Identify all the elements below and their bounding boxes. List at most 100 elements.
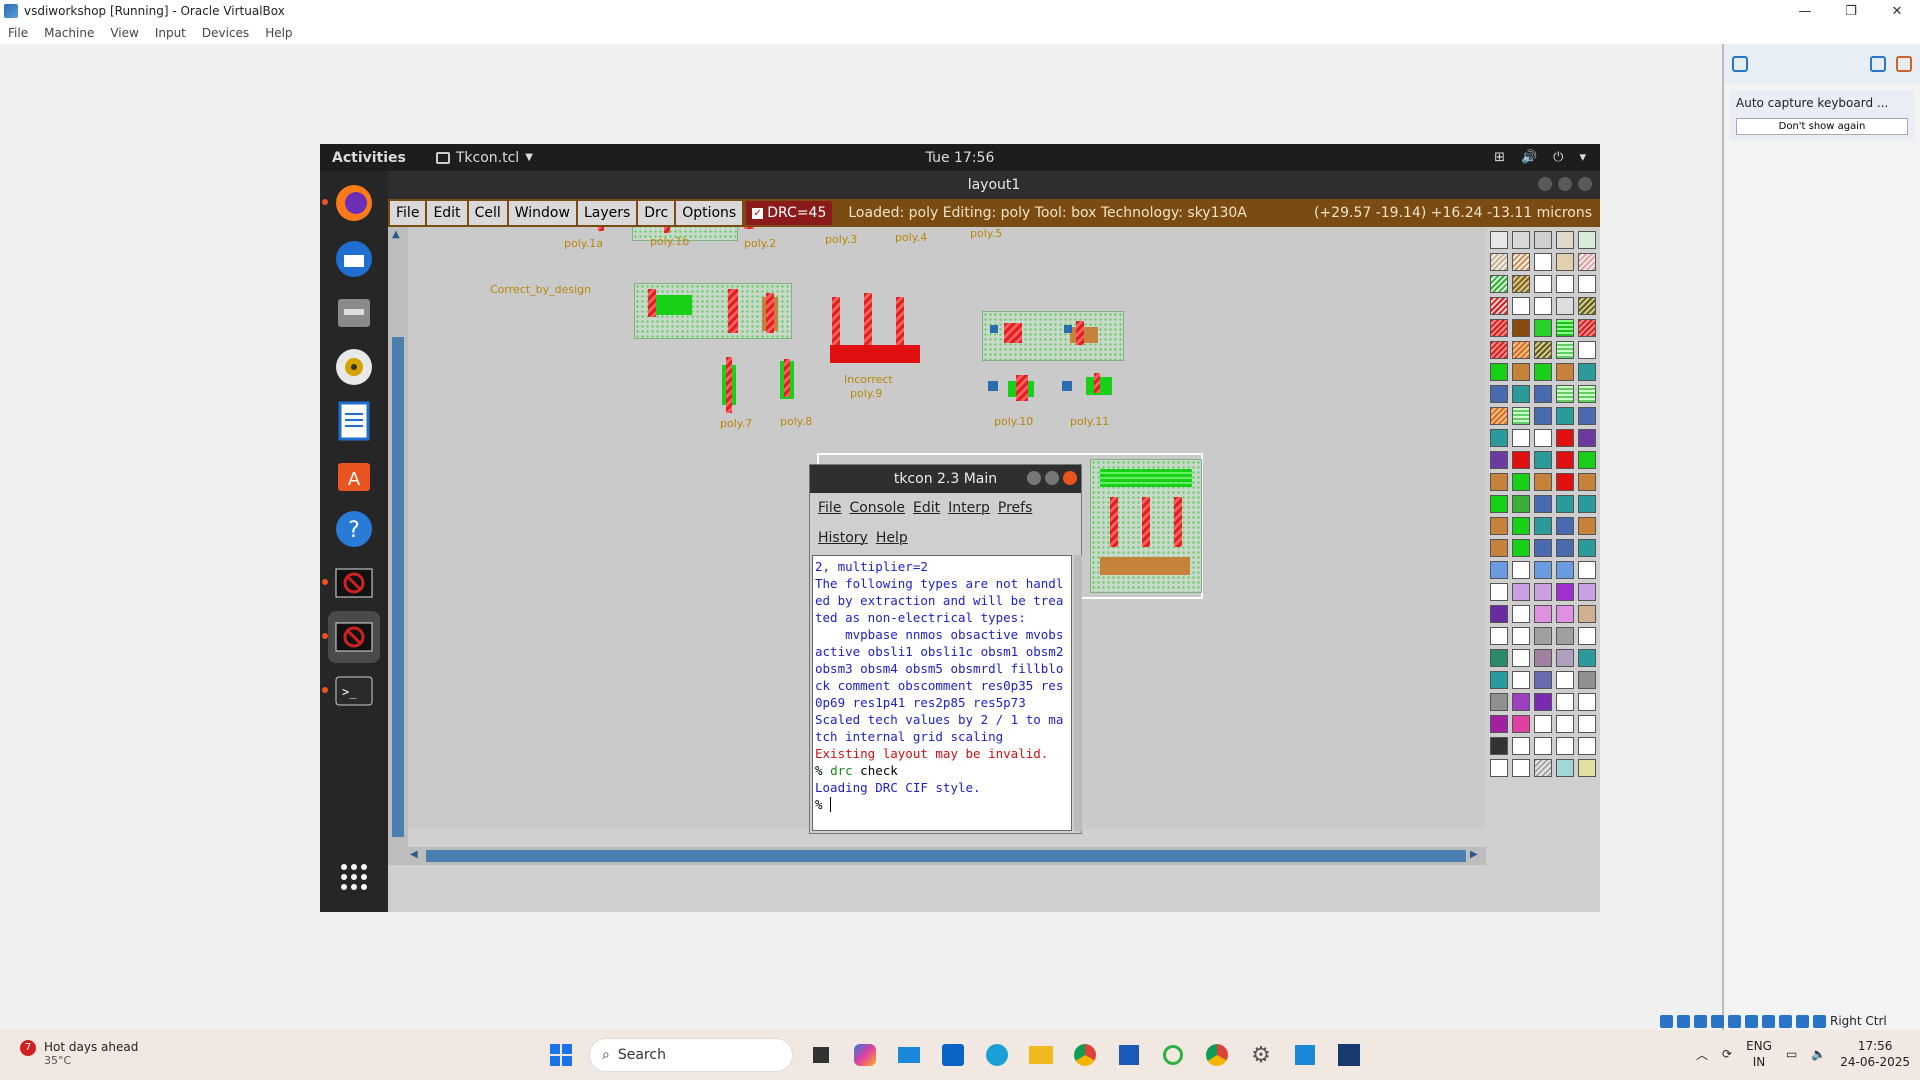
layer-swatch[interactable] <box>1534 495 1552 513</box>
sync-icon[interactable]: ⟳ <box>1722 1047 1732 1061</box>
layer-swatch[interactable] <box>1578 451 1596 469</box>
layer-swatch[interactable] <box>1578 539 1596 557</box>
layer-swatch[interactable] <box>1534 407 1552 425</box>
menu-machine[interactable]: Machine <box>44 26 94 40</box>
layer-swatch[interactable] <box>1556 297 1574 315</box>
magic-menu-window[interactable]: Window <box>508 201 576 225</box>
layer-swatch[interactable] <box>1512 253 1530 271</box>
layer-swatch[interactable] <box>1512 363 1530 381</box>
power-icon[interactable]: ⏻ <box>1553 150 1563 165</box>
close-icon[interactable] <box>1578 177 1592 191</box>
scroll-up-icon[interactable]: ▲ <box>392 229 400 240</box>
layer-swatch[interactable] <box>1534 341 1552 359</box>
taskbar-search[interactable]: ⌕ Search <box>589 1038 793 1072</box>
layer-swatch[interactable] <box>1556 671 1574 689</box>
vscode-button[interactable] <box>1289 1039 1321 1071</box>
layer-swatch[interactable] <box>1578 363 1596 381</box>
layer-swatch[interactable] <box>1490 737 1508 755</box>
layer-swatch[interactable] <box>1512 627 1530 645</box>
maximize-icon[interactable] <box>1045 471 1059 485</box>
layer-swatch[interactable] <box>1534 275 1552 293</box>
layer-swatch[interactable] <box>1578 561 1596 579</box>
layer-swatch[interactable] <box>1578 627 1596 645</box>
panel-toggle-icon[interactable] <box>1870 56 1886 72</box>
layer-swatch[interactable] <box>1490 583 1508 601</box>
settings-button[interactable]: ⚙ <box>1245 1039 1277 1071</box>
horizontal-scroll-thumb[interactable] <box>426 850 1466 862</box>
minimize-icon[interactable] <box>1027 471 1041 485</box>
layer-swatch[interactable] <box>1512 341 1530 359</box>
task-view-button[interactable] <box>805 1039 837 1071</box>
layer-swatch[interactable] <box>1556 429 1574 447</box>
dock-tk-app-2[interactable] <box>322 611 380 663</box>
scroll-right-icon[interactable]: ▶ <box>1470 849 1478 860</box>
layer-swatch[interactable] <box>1534 627 1552 645</box>
dont-show-again-button[interactable]: Don't show again <box>1736 118 1908 135</box>
layer-swatch[interactable] <box>1578 297 1596 315</box>
layer-swatch[interactable] <box>1534 539 1552 557</box>
layer-swatch[interactable] <box>1512 539 1530 557</box>
layer-swatch[interactable] <box>1534 253 1552 271</box>
tkcon-menu-history[interactable]: History <box>818 530 868 546</box>
layer-swatch[interactable] <box>1512 297 1530 315</box>
keyboard-icon[interactable] <box>1813 1014 1826 1028</box>
network-icon[interactable]: ▭ <box>1786 1047 1797 1061</box>
layer-swatch[interactable] <box>1578 385 1596 403</box>
layer-swatch[interactable] <box>1490 517 1508 535</box>
shared-folder-icon[interactable] <box>1745 1014 1758 1028</box>
layer-swatch[interactable] <box>1556 231 1574 249</box>
layer-swatch[interactable] <box>1556 275 1574 293</box>
tkcon-console-output[interactable]: 2, multiplier=2 The following types are … <box>812 555 1072 831</box>
layer-swatch[interactable] <box>1490 671 1508 689</box>
layer-swatch[interactable] <box>1556 319 1574 337</box>
scroll-left-icon[interactable]: ◀ <box>410 849 418 860</box>
layer-swatch[interactable] <box>1534 583 1552 601</box>
notification-icon[interactable] <box>1732 56 1748 72</box>
layer-swatch[interactable] <box>1578 407 1596 425</box>
volume-icon[interactable]: 🔊 <box>1521 150 1537 165</box>
guest-screen[interactable]: Activities Tkcon.tcl ▼ Tue 17:56 ⊞ 🔊 ⏻ ▾ <box>320 144 1600 912</box>
layer-swatch[interactable] <box>1490 495 1508 513</box>
layer-swatch[interactable] <box>1512 737 1530 755</box>
layer-swatch[interactable] <box>1512 429 1530 447</box>
layer-swatch[interactable] <box>1534 561 1552 579</box>
vertical-scrollbar[interactable]: ▲ <box>388 227 408 849</box>
tkcon-menu-file[interactable]: File <box>818 500 841 516</box>
layer-swatch[interactable] <box>1578 583 1596 601</box>
remote-desktop-button[interactable] <box>893 1039 925 1071</box>
layer-swatch[interactable] <box>1512 319 1530 337</box>
layer-swatch[interactable] <box>1556 715 1574 733</box>
layer-swatch[interactable] <box>1490 297 1508 315</box>
layer-swatch[interactable] <box>1534 473 1552 491</box>
layer-swatch[interactable] <box>1556 517 1574 535</box>
tkcon-menu-console[interactable]: Console <box>849 500 905 516</box>
layer-swatch[interactable] <box>1534 715 1552 733</box>
layer-swatch[interactable] <box>1578 231 1596 249</box>
layer-swatch[interactable] <box>1556 341 1574 359</box>
layer-swatch[interactable] <box>1534 649 1552 667</box>
display-icon[interactable] <box>1762 1014 1775 1028</box>
app-ring-button[interactable] <box>1157 1039 1189 1071</box>
layer-swatch[interactable] <box>1512 407 1530 425</box>
layer-swatch[interactable] <box>1490 649 1508 667</box>
layer-swatch[interactable] <box>1490 693 1508 711</box>
layer-swatch[interactable] <box>1490 539 1508 557</box>
layer-swatch[interactable] <box>1556 605 1574 623</box>
layer-swatch[interactable] <box>1556 693 1574 711</box>
layer-swatch[interactable] <box>1556 473 1574 491</box>
horizontal-scrollbar[interactable]: ◀ ▶ <box>388 847 1486 865</box>
chrome-profile-button[interactable] <box>1201 1039 1233 1071</box>
layer-swatch[interactable] <box>1490 429 1508 447</box>
recording-icon[interactable] <box>1779 1014 1792 1028</box>
menu-help[interactable]: Help <box>265 26 292 40</box>
layer-swatch[interactable] <box>1490 341 1508 359</box>
chevron-down-icon[interactable]: ▾ <box>1579 150 1586 165</box>
layer-swatch[interactable] <box>1578 341 1596 359</box>
magic-menu-cell[interactable]: Cell <box>468 201 507 225</box>
layer-swatch[interactable] <box>1534 517 1552 535</box>
layer-swatch[interactable] <box>1512 671 1530 689</box>
dock-tk-app-1[interactable] <box>322 557 380 609</box>
layer-swatch[interactable] <box>1490 759 1508 777</box>
layer-swatch[interactable] <box>1556 407 1574 425</box>
layer-swatch[interactable] <box>1490 627 1508 645</box>
